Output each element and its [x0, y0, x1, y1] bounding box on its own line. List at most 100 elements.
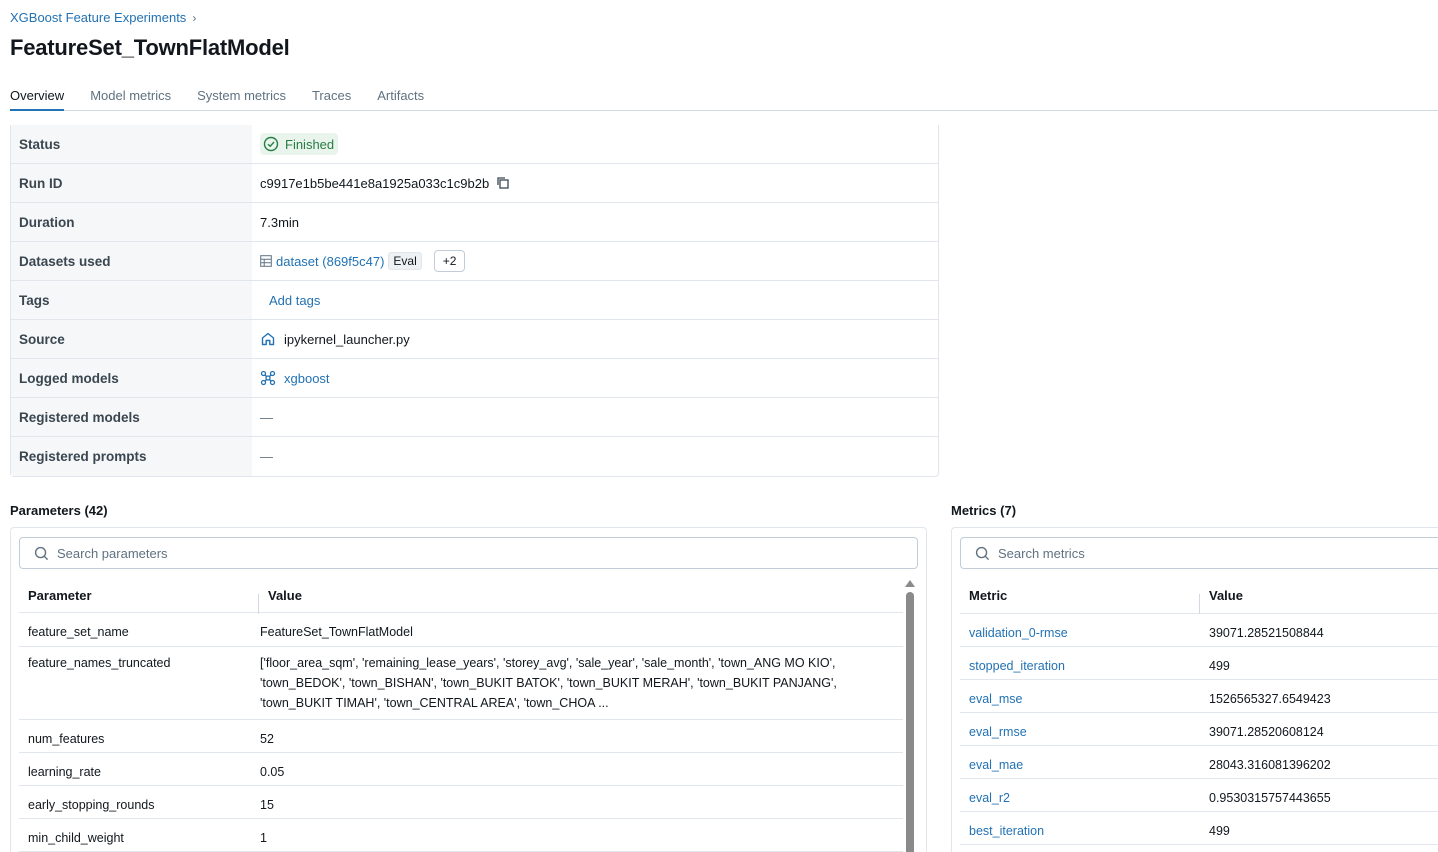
metric-value: 39071.28521508844 — [1209, 626, 1324, 640]
table-row: min_child_weight 1 — [19, 819, 903, 852]
param-value: ['floor_area_sqm', 'remaining_lease_year… — [260, 656, 837, 710]
metrics-table: Metric Value validation_0-rmse 39071.285… — [960, 578, 1438, 845]
overview-key: Duration — [11, 203, 252, 241]
column-header-value[interactable]: Value — [259, 588, 302, 603]
duration-value: 7.3min — [260, 214, 300, 230]
overview-key: Status — [11, 125, 252, 163]
overview-key: Tags — [11, 281, 252, 319]
metric-value: 28043.316081396202 — [1209, 758, 1331, 772]
table-row: eval_r2 0.9530315757443655 — [960, 779, 1438, 812]
search-parameters-input[interactable] — [57, 545, 357, 561]
chevron-right-icon: › — [192, 10, 197, 25]
breadcrumb: XGBoost Feature Experiments › — [10, 10, 196, 25]
tab-traces[interactable]: Traces — [312, 80, 351, 111]
dataset-link[interactable]: dataset (869f5c47) — [276, 254, 384, 269]
metrics-title: Metrics (7) — [951, 503, 1017, 518]
metric-link[interactable]: eval_r2 — [960, 779, 1200, 811]
param-value: FeatureSet_TownFlatModel — [260, 625, 413, 639]
overview-row-source: Source ipykernel_launcher.py — [11, 320, 938, 359]
overview-row-run-id: Run ID c9917e1b5be441e8a1925a033c1c9b2b — [11, 164, 938, 203]
param-name: feature_set_name — [28, 625, 129, 639]
registered-models-value: — — [260, 409, 273, 425]
column-header-value[interactable]: Value — [1200, 588, 1243, 603]
tab-model-metrics[interactable]: Model metrics — [90, 80, 171, 111]
overview-row-status: Status Finished — [11, 125, 938, 164]
parameters-panel: Parameter Value feature_set_name Feature… — [10, 527, 927, 852]
home-icon — [261, 332, 275, 346]
parameters-title: Parameters (42) — [10, 503, 108, 518]
metrics-search — [960, 537, 1438, 569]
logged-model-link[interactable]: xgboost — [284, 371, 330, 386]
search-metrics-input[interactable] — [998, 545, 1298, 561]
table-row: learning_rate 0.05 — [19, 753, 903, 786]
metric-link[interactable]: validation_0-rmse — [960, 614, 1200, 646]
overview-row-datasets: Datasets used dataset (869f5c47) Eval +2 — [11, 242, 938, 281]
table-row: best_iteration 499 — [960, 812, 1438, 845]
metric-link[interactable]: stopped_iteration — [960, 647, 1200, 679]
breadcrumb-experiment-link[interactable]: XGBoost Feature Experiments — [10, 10, 186, 25]
source-value: ipykernel_launcher.py — [284, 331, 410, 347]
search-icon — [975, 546, 990, 560]
overview-key: Source — [11, 320, 252, 358]
metric-value: 1526565327.6549423 — [1209, 692, 1331, 706]
table-icon — [260, 255, 272, 267]
table-header: Parameter Value — [19, 578, 903, 614]
table-row: eval_mae 28043.316081396202 — [960, 746, 1438, 779]
table-row: feature_names_truncated ['floor_area_sqm… — [19, 647, 903, 720]
scroll-up-arrow-icon[interactable] — [905, 580, 915, 587]
table-row: validation_0-rmse 39071.28521508844 — [960, 614, 1438, 647]
param-value: 15 — [260, 798, 274, 812]
dataset-context-tag: Eval — [388, 252, 422, 270]
param-name: early_stopping_rounds — [28, 798, 155, 812]
overview-key: Run ID — [11, 164, 252, 202]
parameters-scrollbar[interactable] — [905, 580, 915, 852]
metric-link[interactable]: best_iteration — [960, 812, 1200, 844]
add-tags-button[interactable]: Add tags — [269, 293, 320, 308]
param-name: feature_names_truncated — [28, 656, 171, 670]
metric-link[interactable]: eval_mae — [960, 746, 1200, 778]
overview-key: Registered prompts — [11, 437, 252, 476]
param-name: num_features — [28, 732, 105, 746]
metrics-panel: Metric Value validation_0-rmse 39071.285… — [951, 527, 1438, 852]
run-id-value: c9917e1b5be441e8a1925a033c1c9b2b — [260, 175, 490, 191]
models-icon — [260, 370, 276, 386]
registered-prompts-value: — — [260, 449, 273, 464]
metric-value: 499 — [1209, 659, 1230, 673]
page-title: FeatureSet_TownFlatModel — [10, 35, 290, 60]
column-header-parameter[interactable]: Parameter — [19, 588, 259, 614]
overview-row-logged-models: Logged models xgboost — [11, 359, 938, 398]
overview-key: Logged models — [11, 359, 252, 397]
check-circle-icon — [263, 136, 279, 152]
more-datasets-button[interactable]: +2 — [433, 250, 466, 272]
metric-value: 39071.28520608124 — [1209, 725, 1324, 739]
table-row: early_stopping_rounds 15 — [19, 786, 903, 819]
table-row: feature_set_name FeatureSet_TownFlatMode… — [19, 613, 903, 647]
tab-artifacts[interactable]: Artifacts — [377, 80, 424, 111]
param-value: 1 — [260, 831, 267, 845]
overview-row-tags: Tags Add tags — [11, 281, 938, 320]
overview-key: Datasets used — [11, 242, 252, 280]
table-row: stopped_iteration 499 — [960, 647, 1438, 680]
overview-row-registered-models: Registered models — — [11, 398, 938, 437]
copy-icon[interactable] — [495, 175, 511, 191]
column-header-metric[interactable]: Metric — [960, 588, 1200, 614]
metric-link[interactable]: eval_rmse — [960, 713, 1200, 745]
param-value: 0.05 — [260, 765, 285, 779]
tab-system-metrics[interactable]: System metrics — [197, 80, 286, 111]
tab-overview[interactable]: Overview — [10, 80, 65, 111]
metric-value: 499 — [1209, 824, 1230, 838]
scrollbar-thumb[interactable] — [906, 592, 914, 852]
table-row: eval_mse 1526565327.6549423 — [960, 680, 1438, 713]
metric-value: 0.9530315757443655 — [1209, 791, 1331, 805]
table-row: eval_rmse 39071.28520608124 — [960, 713, 1438, 746]
search-icon — [34, 546, 49, 560]
overview-row-registered-prompts: Registered prompts — — [11, 437, 938, 476]
param-value: 52 — [260, 732, 274, 746]
table-header: Metric Value — [960, 578, 1438, 614]
table-row: num_features 52 — [19, 720, 903, 753]
parameters-search — [19, 537, 918, 569]
metric-link[interactable]: eval_mse — [960, 680, 1200, 712]
status-badge: Finished — [260, 133, 339, 155]
param-name: learning_rate — [28, 765, 101, 779]
param-name: min_child_weight — [28, 831, 124, 845]
